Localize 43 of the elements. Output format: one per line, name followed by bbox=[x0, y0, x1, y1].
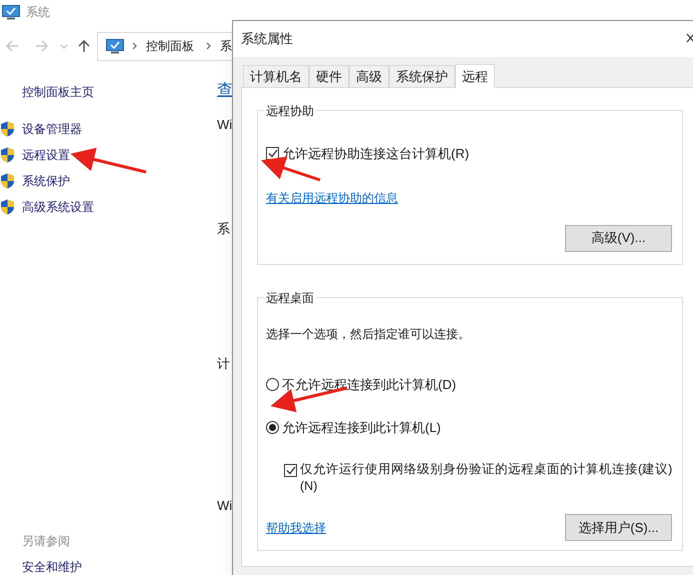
section-heading: 另请参阅 bbox=[22, 533, 70, 550]
monitor-icon bbox=[106, 38, 124, 54]
checkbox-label[interactable]: 仅允许运行使用网络级别身份验证的远程桌面的计算机连接(建议)(N) bbox=[300, 461, 674, 495]
sidebar-link[interactable]: 安全和维护 bbox=[22, 558, 82, 575]
shield-icon bbox=[0, 199, 15, 215]
content-text: Wi bbox=[217, 496, 232, 514]
instruction-text: 选择一个选项，然后指定谁可以连接。 bbox=[266, 326, 470, 343]
sidebar-link[interactable]: 控制面板主页 bbox=[22, 83, 94, 101]
radio-label[interactable]: 允许远程连接到此计算机(L) bbox=[282, 418, 441, 437]
sidebar-link[interactable]: 设备管理器 bbox=[22, 120, 82, 138]
sidebar-link[interactable]: 高级系统设置 bbox=[22, 198, 94, 216]
info-link[interactable]: 有关启用远程协助的信息 bbox=[266, 188, 398, 206]
dialog-title: 系统属性 bbox=[241, 30, 293, 48]
checkbox[interactable] bbox=[284, 464, 297, 477]
breadcrumb-item[interactable]: 系 bbox=[220, 37, 232, 55]
up-icon[interactable] bbox=[77, 39, 91, 53]
content-text: Wi bbox=[217, 116, 232, 134]
close-icon[interactable] bbox=[686, 31, 693, 45]
radio-button[interactable] bbox=[266, 378, 279, 392]
shield-icon bbox=[0, 147, 15, 163]
group-label: 远程桌面 bbox=[264, 289, 316, 307]
shield-icon bbox=[0, 121, 15, 137]
chevron-icon bbox=[132, 42, 138, 50]
tab[interactable]: 远程 bbox=[455, 64, 495, 88]
content-text: 系 bbox=[217, 220, 230, 238]
sidebar-link[interactable]: 远程设置 bbox=[22, 146, 70, 164]
tab[interactable]: 高级 bbox=[349, 65, 389, 87]
window-title: 系统 bbox=[26, 4, 50, 21]
tab[interactable]: 系统保护 bbox=[389, 65, 455, 87]
content-link[interactable]: 查 bbox=[217, 79, 233, 103]
sidebar-link[interactable]: 系统保护 bbox=[22, 172, 70, 190]
help-link[interactable]: 帮助我选择 bbox=[266, 519, 326, 537]
chevron-icon bbox=[206, 42, 212, 50]
content-text: 计 bbox=[217, 355, 230, 373]
advanced-button[interactable]: 高级(V)... bbox=[565, 224, 672, 252]
checkbox[interactable] bbox=[266, 147, 279, 160]
breadcrumb-item[interactable]: 控制面板 bbox=[146, 37, 194, 55]
tab[interactable]: 硬件 bbox=[309, 65, 349, 87]
shield-icon bbox=[0, 173, 15, 189]
tab[interactable]: 计算机名 bbox=[243, 65, 309, 87]
monitor-icon bbox=[2, 4, 20, 20]
radio-button[interactable] bbox=[266, 420, 279, 434]
select-users-button[interactable]: 选择用户(S)... bbox=[565, 514, 672, 541]
